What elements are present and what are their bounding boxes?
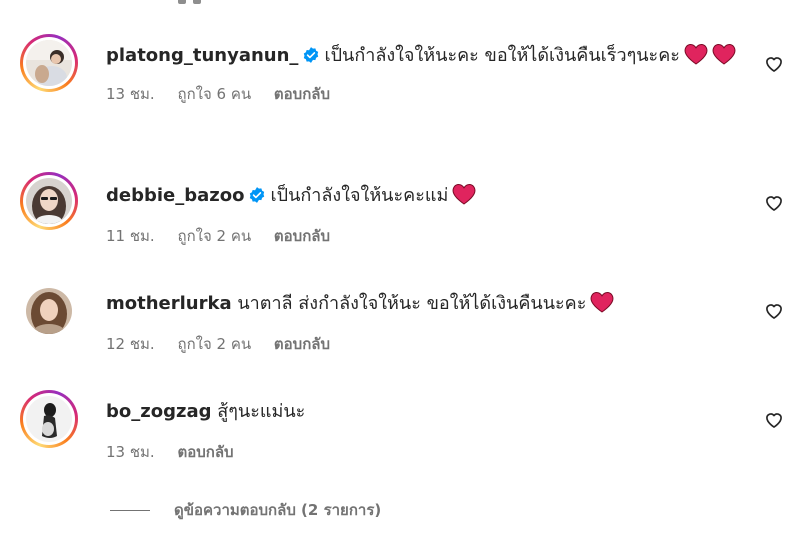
comment-message: สู้ๆนะแม่นะ (217, 401, 306, 422)
comment-timestamp[interactable]: 11 ชม. (106, 227, 155, 245)
avatar[interactable] (20, 390, 78, 448)
avatar-image (26, 288, 72, 334)
red-heart-emoji-icon (684, 43, 708, 65)
reply-button[interactable]: ตอบกลับ (274, 227, 330, 245)
comment-like-count[interactable]: ถูกใจ 2 คน (177, 335, 251, 353)
comment-text: motherlurka นาตาลี ส่งกำลังใจให้นะ ขอให้… (106, 290, 746, 318)
like-heart-icon[interactable] (764, 410, 784, 430)
comment-username[interactable]: bo_zogzag (106, 401, 212, 422)
comment-body: debbie_bazoo เป็นกำลังใจให้นะคะแม่ 11 ชม.… (106, 182, 746, 248)
reply-button[interactable]: ตอบกลับ (274, 335, 330, 353)
red-heart-emoji-icon (452, 183, 476, 205)
comment-username[interactable]: debbie_bazoo (106, 185, 244, 206)
comment-body: platong_tunyanun_ เป็นกำลังใจให้นะคะ ขอให… (106, 42, 746, 106)
comment-message: เป็นกำลังใจให้นะคะ ขอให้ได้เงินคืนเร็วๆน… (324, 45, 680, 66)
like-heart-icon[interactable] (764, 301, 784, 321)
avatar[interactable] (20, 282, 78, 340)
like-heart-icon[interactable] (764, 54, 784, 74)
comment-text: debbie_bazoo เป็นกำลังใจให้นะคะแม่ (106, 182, 746, 210)
comment-message: นาตาลี ส่งกำลังใจให้นะ ขอให้ได้เงินคืนนะ… (237, 293, 587, 314)
reply-button[interactable]: ตอบกลับ (177, 443, 233, 461)
comment-body: motherlurka นาตาลี ส่งกำลังใจให้นะ ขอให้… (106, 290, 746, 356)
view-replies-button[interactable]: ดูข้อความตอบกลับ (2 รายการ) (110, 498, 381, 522)
comment-username[interactable]: platong_tunyanun_ (106, 45, 298, 66)
red-heart-emoji-icon (590, 291, 614, 313)
avatar-image (26, 396, 72, 442)
verified-badge-icon (304, 47, 319, 63)
avatar[interactable] (20, 172, 78, 230)
avatar-image (26, 178, 72, 224)
comment-body: bo_zogzag สู้ๆนะแม่นะ 13 ชม. ตอบกลับ (106, 398, 746, 464)
like-heart-icon[interactable] (764, 193, 784, 213)
reply-button[interactable]: ตอบกลับ (274, 85, 330, 103)
view-replies-label: ดูข้อความตอบกลับ (2 รายการ) (174, 501, 382, 519)
verified-badge-icon (250, 187, 265, 203)
avatar-image (26, 40, 72, 86)
comment-timestamp[interactable]: 12 ชม. (106, 335, 155, 353)
comment-text: bo_zogzag สู้ๆนะแม่นะ (106, 398, 746, 426)
comment-meta: 13 ชม. ตอบกลับ (106, 440, 746, 464)
red-heart-emoji-icon (712, 43, 736, 65)
view-replies-divider (110, 509, 150, 511)
comment-message: เป็นกำลังใจให้นะคะแม่ (270, 185, 449, 206)
comment-meta: 11 ชม. ถูกใจ 2 คน ตอบกลับ (106, 224, 746, 248)
avatar[interactable] (20, 34, 78, 92)
comment-text: platong_tunyanun_ เป็นกำลังใจให้นะคะ ขอให… (106, 42, 746, 70)
comment-like-count[interactable]: ถูกใจ 6 คน (177, 85, 251, 103)
comment-like-count[interactable]: ถูกใจ 2 คน (177, 227, 251, 245)
comment-timestamp[interactable]: 13 ชม. (106, 85, 155, 103)
previous-comment-fragment (0, 0, 800, 6)
comment-meta: 13 ชม. ถูกใจ 6 คน ตอบกลับ (106, 82, 746, 106)
comment-timestamp[interactable]: 13 ชม. (106, 443, 155, 461)
comment-username[interactable]: motherlurka (106, 293, 232, 314)
comment-meta: 12 ชม. ถูกใจ 2 คน ตอบกลับ (106, 332, 746, 356)
